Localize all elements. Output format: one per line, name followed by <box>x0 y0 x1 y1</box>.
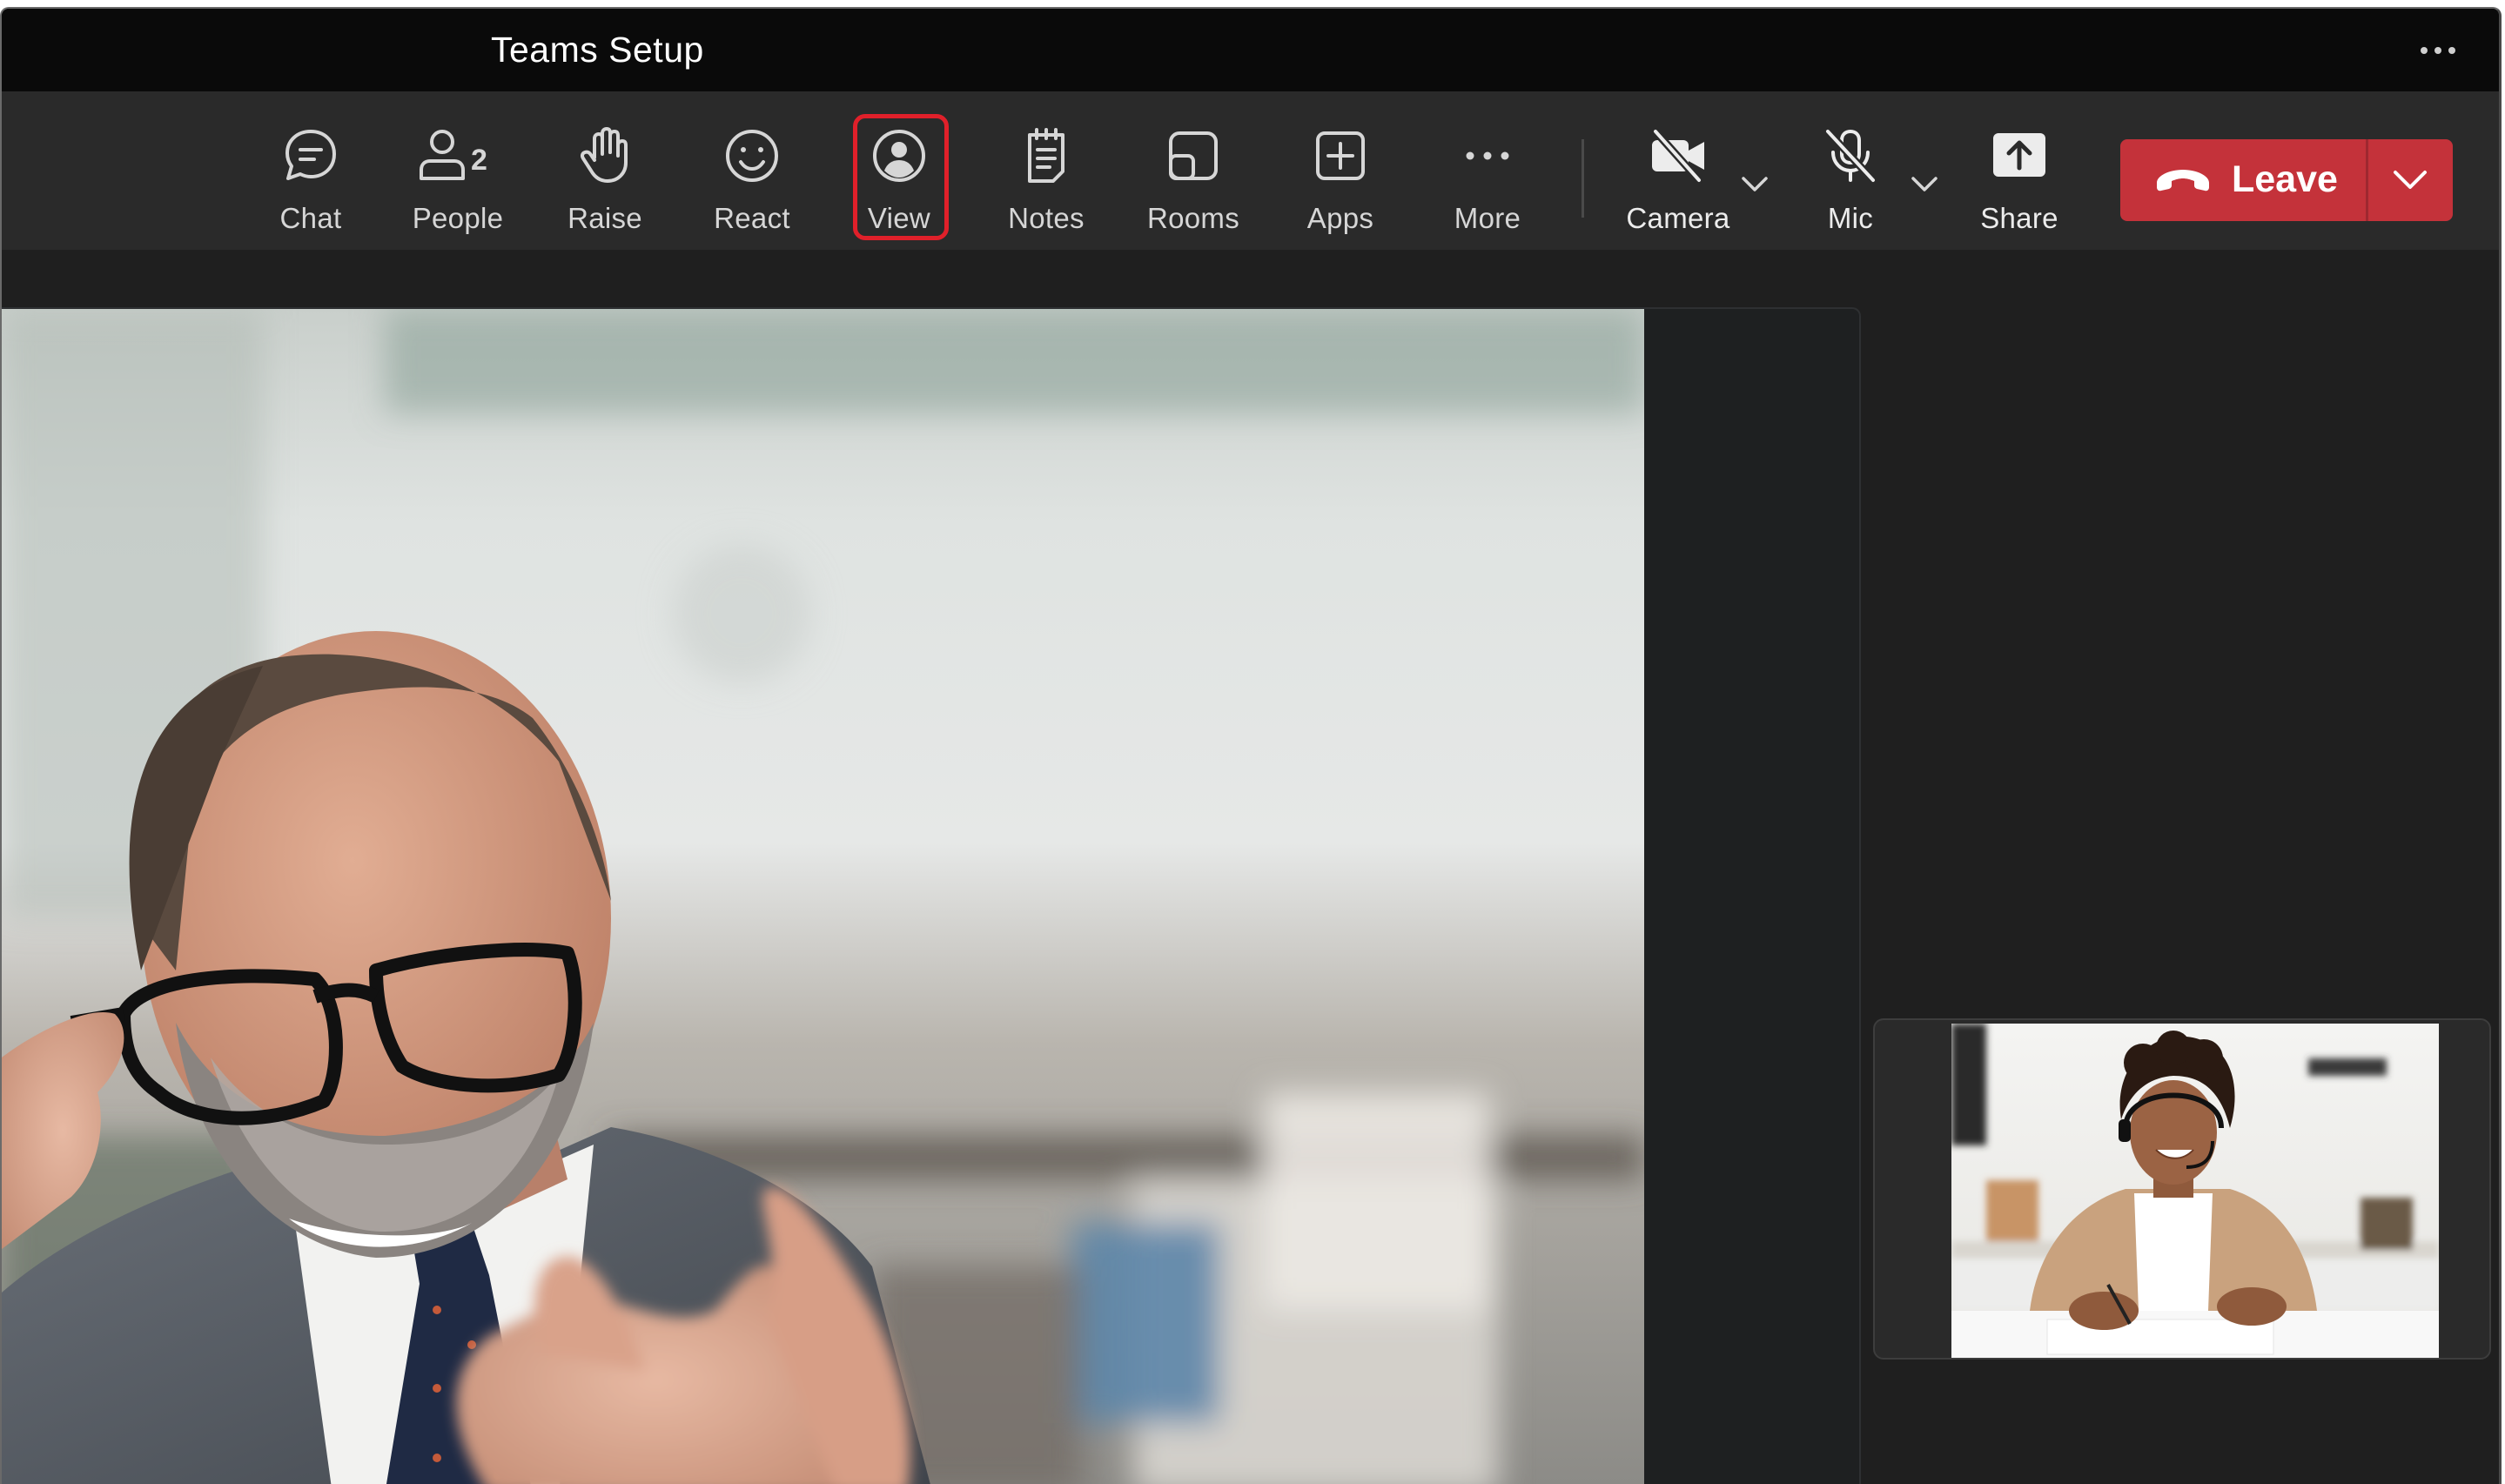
share-upload-icon <box>1990 126 2049 185</box>
stage-top-spacer <box>2 250 2499 307</box>
people-icon <box>413 126 472 185</box>
remote-participant-video[interactable] <box>2 309 1644 1484</box>
apps-label: Apps <box>1306 202 1374 234</box>
phone-hangup-icon <box>2153 160 2213 200</box>
notes-button[interactable]: Notes <box>981 91 1111 250</box>
window-title: Teams Setup <box>491 30 704 70</box>
self-participant-video <box>1951 1024 2439 1358</box>
smiley-icon <box>722 126 782 185</box>
more-horizontal-icon[interactable] <box>2412 24 2464 77</box>
toolbar-divider <box>1582 139 1584 218</box>
leave-button-group: Leave <box>2120 139 2453 221</box>
people-button[interactable]: 2 People <box>393 91 523 250</box>
people-count-badge: 2 <box>471 144 487 177</box>
share-button[interactable]: Share <box>1953 91 2085 250</box>
notes-icon <box>1017 126 1076 185</box>
more-label: More <box>1454 202 1521 234</box>
rooms-icon <box>1164 126 1223 185</box>
mic-off-icon <box>1821 126 1880 185</box>
apps-plus-icon <box>1311 126 1370 185</box>
more-horizontal-icon <box>1458 126 1517 185</box>
mic-options-chevron-down-icon[interactable] <box>1907 166 1942 201</box>
camera-label: Camera <box>1626 202 1730 234</box>
leave-button[interactable]: Leave <box>2120 139 2366 221</box>
raise-hand-button[interactable]: Raise <box>540 91 670 250</box>
rooms-label: Rooms <box>1146 202 1240 234</box>
apps-button[interactable]: Apps <box>1275 91 1406 250</box>
more-button[interactable]: More <box>1422 91 1553 250</box>
react-button[interactable]: React <box>687 91 817 250</box>
chat-label: Chat <box>279 202 342 234</box>
teams-meeting-window: Teams Setup Chat 2 People Raise React Vi… <box>0 7 2502 1484</box>
main-video-stage <box>2 307 1861 1484</box>
self-view-tile[interactable] <box>1873 1018 2491 1360</box>
people-label: People <box>412 202 504 234</box>
leave-label: Leave <box>2232 158 2338 200</box>
mic-button[interactable]: Mic <box>1784 91 1917 250</box>
notes-label: Notes <box>1008 202 1085 234</box>
react-label: React <box>714 202 790 234</box>
raise-label: Raise <box>567 202 642 234</box>
leave-options-chevron-down-icon[interactable] <box>2368 139 2453 221</box>
raise-hand-icon <box>575 126 635 185</box>
share-label: Share <box>1980 202 2058 234</box>
title-bar: Teams Setup <box>2 9 2499 91</box>
meeting-toolbar: Chat 2 People Raise React View Notes Roo… <box>2 91 2499 251</box>
mic-label: Mic <box>1827 202 1874 234</box>
camera-button[interactable]: Camera <box>1612 91 1744 250</box>
view-highlight-frame <box>853 114 949 240</box>
rooms-button[interactable]: Rooms <box>1128 91 1259 250</box>
chat-button[interactable]: Chat <box>245 91 376 250</box>
camera-off-icon <box>1649 126 1708 185</box>
camera-options-chevron-down-icon[interactable] <box>1737 166 1772 201</box>
chat-bubble-icon <box>281 126 340 185</box>
